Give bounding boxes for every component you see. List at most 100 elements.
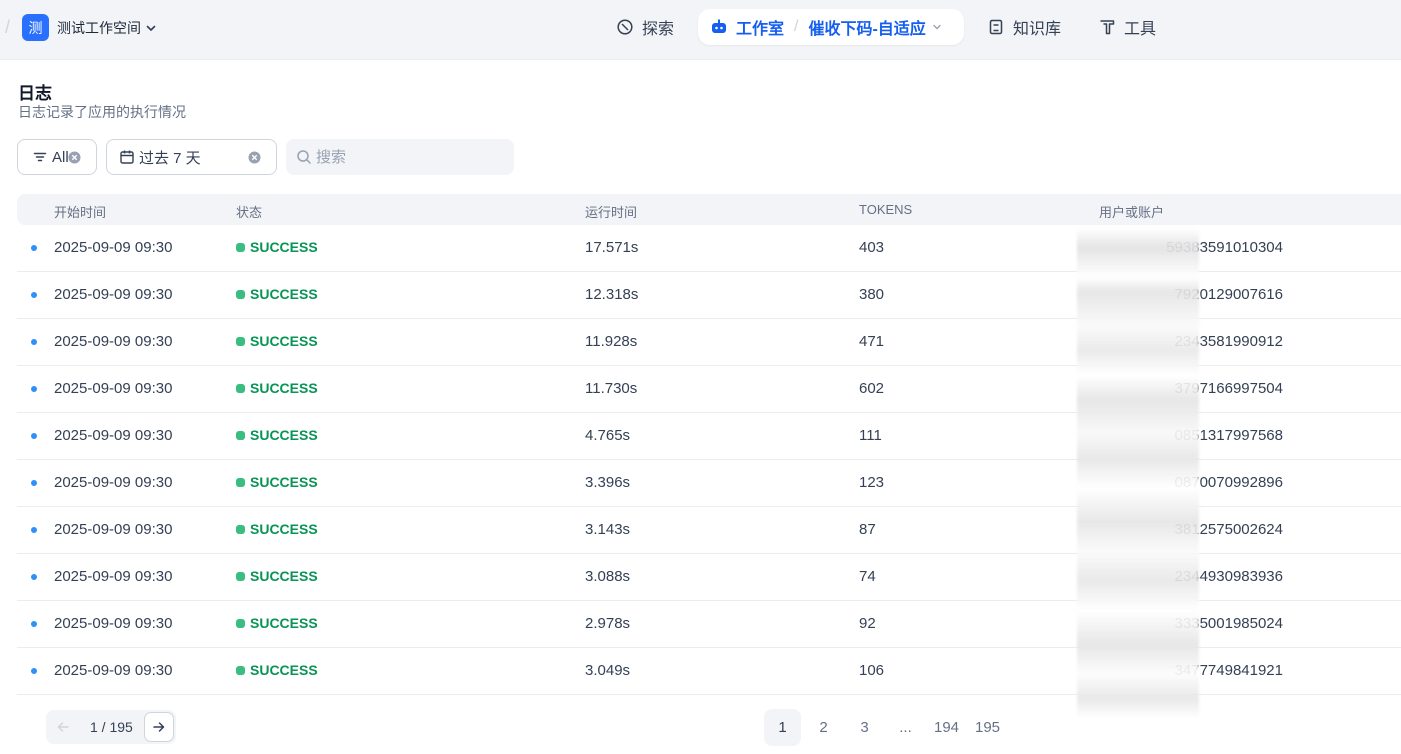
status-badge: SUCCESS bbox=[236, 333, 318, 349]
redaction-blur bbox=[1077, 228, 1199, 718]
compass-icon bbox=[617, 19, 633, 35]
nav-explore-label: 探索 bbox=[642, 21, 675, 38]
success-indicator bbox=[236, 242, 245, 252]
unread-dot bbox=[31, 339, 37, 345]
chevron-down-icon[interactable] bbox=[932, 22, 942, 32]
status-badge: SUCCESS bbox=[236, 239, 318, 255]
status-text: SUCCESS bbox=[250, 474, 318, 490]
page-numbers: 1 2 3 ... 194 195 bbox=[764, 709, 1010, 746]
cell-start-time: 2025-09-09 09:30 bbox=[54, 662, 173, 679]
cell-tokens: 111 bbox=[859, 427, 882, 444]
status-text: SUCCESS bbox=[250, 239, 318, 255]
status-badge: SUCCESS bbox=[236, 427, 318, 443]
top-navigation-bar: / 测 测试工作空间 探索 工作室 / 催收下码-自适应 知识库 工具 bbox=[0, 0, 1401, 60]
status-badge: SUCCESS bbox=[236, 568, 318, 584]
status-text: SUCCESS bbox=[250, 662, 318, 678]
workspace-switcher[interactable]: 测 测试工作空间 bbox=[22, 14, 157, 41]
nav-knowledge-label: 知识库 bbox=[1013, 21, 1062, 38]
cell-runtime: 4.765s bbox=[585, 427, 631, 444]
page-number[interactable]: 194 bbox=[928, 709, 965, 746]
cell-runtime: 17.571s bbox=[585, 239, 639, 256]
cell-start-time: 2025-09-09 09:30 bbox=[54, 615, 173, 632]
status-text: SUCCESS bbox=[250, 568, 318, 584]
cell-runtime: 3.088s bbox=[585, 568, 631, 585]
filter-icon bbox=[33, 152, 47, 162]
status-text: SUCCESS bbox=[250, 615, 318, 631]
cell-tokens: 74 bbox=[859, 568, 876, 585]
breadcrumb-separator: / bbox=[5, 17, 11, 37]
success-indicator bbox=[236, 430, 245, 440]
status-badge: SUCCESS bbox=[236, 521, 318, 537]
nav-explore[interactable]: 探索 bbox=[616, 9, 674, 45]
unread-dot bbox=[31, 574, 37, 580]
clear-icon[interactable] bbox=[248, 151, 261, 164]
column-header-start-time: 开始时间 bbox=[54, 205, 107, 220]
table-header: 开始时间 状态 运行时间 TOKENS 用户或账户 bbox=[17, 194, 1401, 225]
cell-tokens: 380 bbox=[859, 286, 885, 303]
nav-separator: / bbox=[794, 18, 799, 35]
nav-tools[interactable]: 工具 bbox=[1098, 9, 1156, 45]
success-indicator bbox=[236, 477, 245, 487]
search-input[interactable] bbox=[316, 148, 506, 166]
page-indicator: 1 / 195 bbox=[90, 719, 133, 735]
status-filter-value: All bbox=[52, 148, 69, 166]
status-text: SUCCESS bbox=[250, 427, 318, 443]
page-number[interactable]: 2 bbox=[805, 709, 842, 746]
nav-tools-label: 工具 bbox=[1124, 21, 1157, 38]
column-header-tokens: TOKENS bbox=[859, 202, 913, 217]
current-app-name[interactable]: 催收下码-自适应 bbox=[808, 15, 925, 39]
clear-icon[interactable] bbox=[68, 151, 81, 164]
period-filter-value: 过去 7 天 bbox=[139, 149, 201, 167]
robot-icon bbox=[712, 19, 726, 33]
status-badge: SUCCESS bbox=[236, 474, 318, 490]
column-header-status: 状态 bbox=[236, 205, 263, 220]
status-filter[interactable]: All bbox=[17, 139, 97, 175]
previous-page-button[interactable] bbox=[48, 712, 78, 742]
cell-start-time: 2025-09-09 09:30 bbox=[54, 568, 173, 585]
calendar-icon bbox=[120, 150, 134, 164]
unread-dot bbox=[31, 292, 37, 298]
page-ellipsis: ... bbox=[899, 719, 912, 736]
cell-start-time: 2025-09-09 09:30 bbox=[54, 380, 173, 397]
arrow-left-icon bbox=[57, 722, 69, 732]
cell-start-time: 2025-09-09 09:30 bbox=[54, 427, 173, 444]
workspace-name: 测试工作空间 bbox=[57, 19, 141, 36]
unread-dot bbox=[31, 527, 37, 533]
unread-dot bbox=[31, 245, 37, 251]
next-page-button[interactable] bbox=[144, 712, 174, 742]
nav-knowledge[interactable]: 知识库 bbox=[987, 9, 1061, 45]
cell-start-time: 2025-09-09 09:30 bbox=[54, 286, 173, 303]
search-box[interactable] bbox=[286, 139, 514, 175]
cell-start-time: 2025-09-09 09:30 bbox=[54, 239, 173, 256]
hammer-icon bbox=[1100, 20, 1115, 35]
period-filter[interactable]: 过去 7 天 bbox=[106, 139, 277, 175]
cell-tokens: 403 bbox=[859, 239, 885, 256]
cell-runtime: 2.978s bbox=[585, 615, 631, 632]
cell-tokens: 123 bbox=[859, 474, 885, 491]
search-icon bbox=[297, 150, 311, 164]
status-badge: SUCCESS bbox=[236, 286, 318, 302]
cell-runtime: 11.928s bbox=[585, 333, 638, 350]
cell-runtime: 11.730s bbox=[585, 380, 638, 397]
success-indicator bbox=[236, 665, 245, 675]
arrow-right-icon bbox=[153, 722, 165, 732]
unread-dot bbox=[31, 621, 37, 627]
status-text: SUCCESS bbox=[250, 286, 318, 302]
cell-tokens: 471 bbox=[859, 333, 885, 350]
success-indicator bbox=[236, 336, 245, 346]
page-number[interactable]: 3 bbox=[846, 709, 883, 746]
success-indicator bbox=[236, 383, 245, 393]
nav-studio-label: 工作室 bbox=[736, 21, 785, 38]
status-badge: SUCCESS bbox=[236, 615, 318, 631]
cell-runtime: 3.396s bbox=[585, 474, 631, 491]
nav-studio[interactable]: 工作室 / 催收下码-自适应 bbox=[698, 9, 964, 45]
column-header-runtime: 运行时间 bbox=[585, 205, 638, 220]
status-badge: SUCCESS bbox=[236, 662, 318, 678]
workspace-logo: 测 bbox=[22, 14, 49, 41]
page-description: 日志记录了应用的执行情况 bbox=[18, 104, 186, 120]
success-indicator bbox=[236, 289, 245, 299]
page-number[interactable]: 1 bbox=[764, 709, 801, 746]
page-number[interactable]: 195 bbox=[969, 709, 1006, 746]
page-stepper: 1 / 195 bbox=[46, 710, 176, 744]
cell-tokens: 602 bbox=[859, 380, 885, 397]
